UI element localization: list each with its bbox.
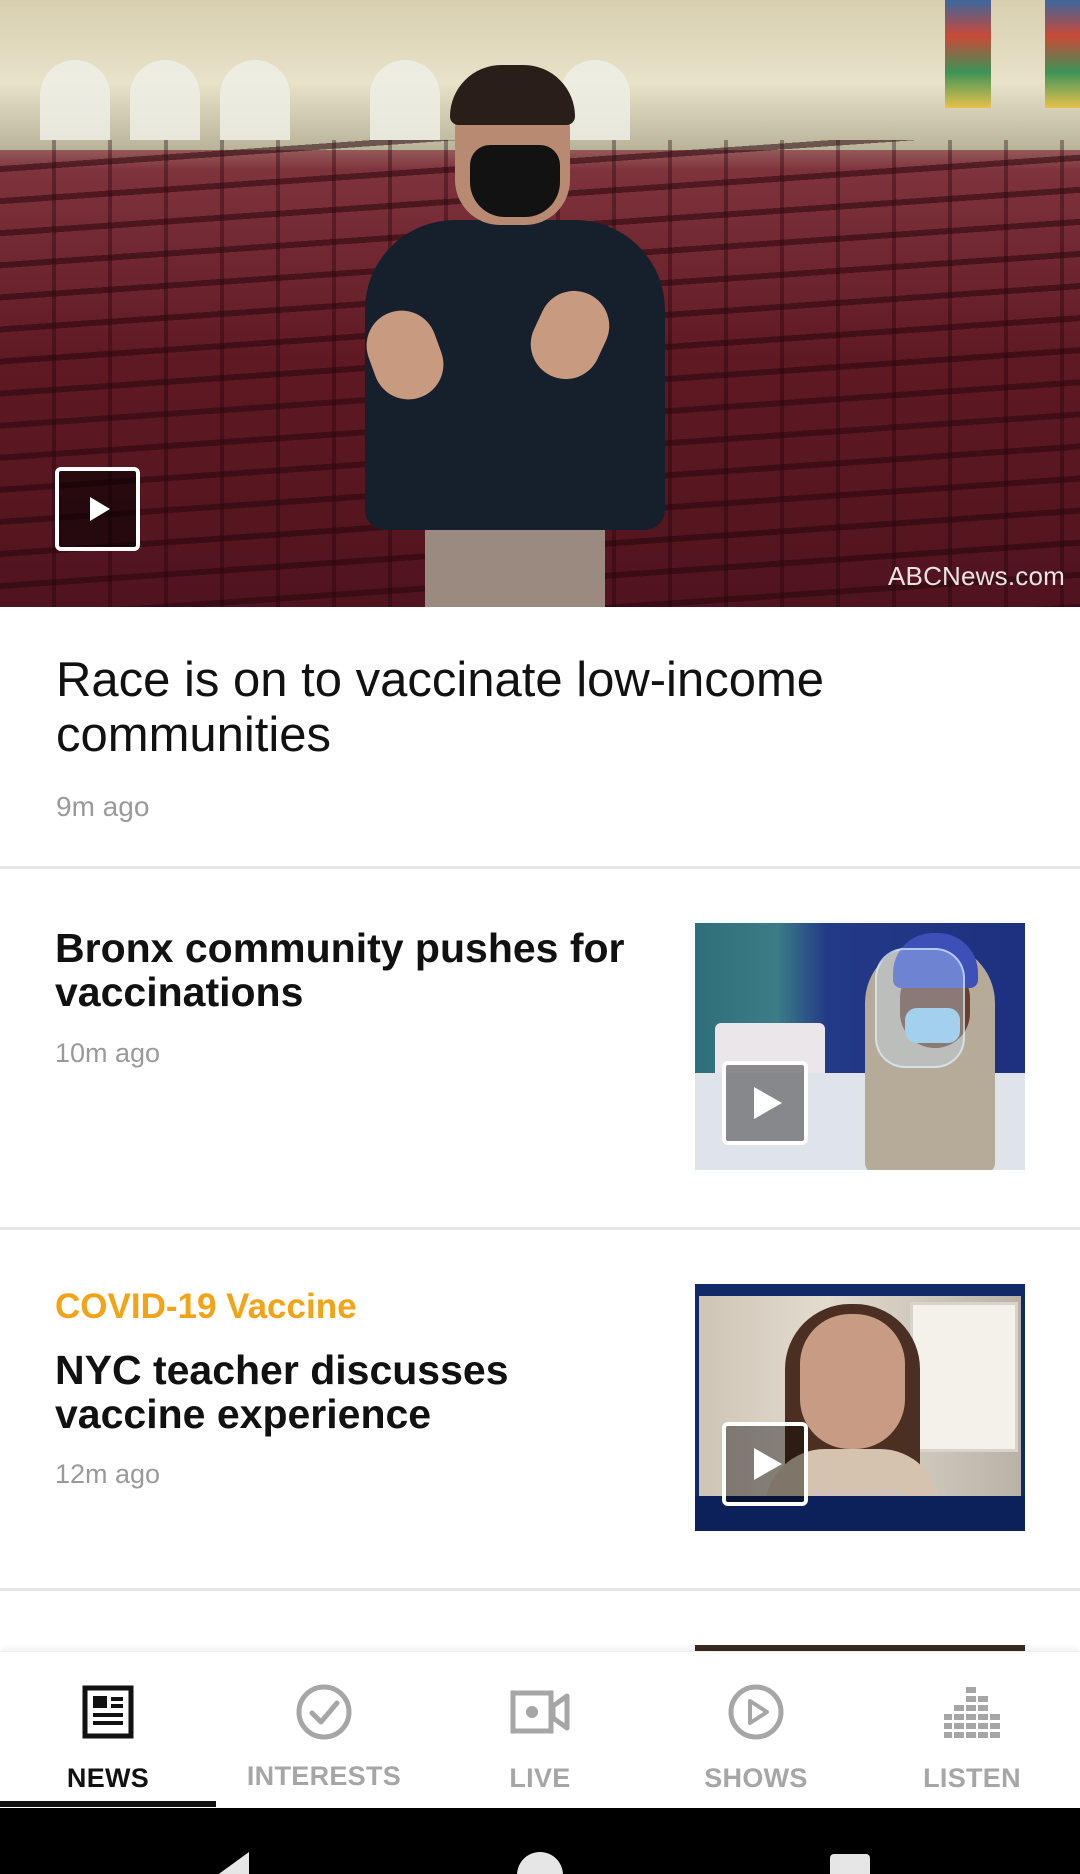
play-icon — [89, 497, 110, 521]
nav-label: NEWS — [66, 1763, 150, 1793]
image-source-credit: ABCNews.com — [887, 561, 1065, 591]
story-title[interactable]: Bronx community pushes for vaccinations — [55, 926, 655, 1014]
active-tab-indicator — [0, 1801, 216, 1807]
stained-glass-window — [945, 0, 991, 108]
bottom-navigation: NEWS INTERESTS LIVE SHOWS LISTEN — [0, 1651, 1080, 1808]
list-item-story[interactable]: COVID-19 Vaccine NYC teacher discusses v… — [0, 1230, 1080, 1590]
play-circle-icon — [726, 1682, 786, 1742]
wall-arch — [130, 60, 200, 140]
newspaper-icon — [78, 1682, 138, 1742]
nav-label: INTERESTS — [246, 1761, 402, 1791]
wall-arch — [40, 60, 110, 140]
nav-item-listen[interactable]: LISTEN — [864, 1652, 1080, 1805]
thumbnail-face — [800, 1314, 905, 1449]
divider — [0, 1588, 1080, 1591]
nav-label: LISTEN — [923, 1763, 1021, 1793]
hero-play-button[interactable] — [55, 467, 140, 551]
thumbnail-face-shield — [875, 948, 965, 1068]
check-circle-icon — [294, 1682, 354, 1742]
story-thumbnail[interactable]: BREAKDOWN ››››››› — [695, 1284, 1025, 1531]
home-icon[interactable] — [517, 1852, 563, 1874]
story-time: 10m ago — [55, 1038, 161, 1068]
hero-video-image[interactable]: ABCNews.com — [0, 0, 1080, 607]
hero-story[interactable]: Race is on to vaccinate low-income commu… — [0, 607, 1080, 867]
thumbnail-window — [910, 1302, 1018, 1452]
system-navigation-bar — [0, 1808, 1080, 1874]
hero-story-time: 9m ago — [56, 791, 150, 822]
play-icon — [754, 1448, 782, 1480]
hero-story-title[interactable]: Race is on to vaccinate low-income commu… — [56, 653, 956, 763]
video-camera-icon — [510, 1682, 570, 1742]
stained-glass-window — [1045, 0, 1080, 108]
story-category[interactable]: COVID-19 Vaccine — [55, 1287, 357, 1327]
recent-apps-icon[interactable] — [830, 1854, 870, 1874]
list-item-story[interactable]: Bronx community pushes for vaccinations … — [0, 869, 1080, 1229]
play-icon — [754, 1087, 782, 1119]
thumbnail-band-text: BREAKDOWN ››››››› — [815, 1489, 957, 1498]
back-icon[interactable] — [205, 1852, 249, 1874]
wall-arch — [220, 60, 290, 140]
nav-item-news[interactable]: NEWS — [0, 1652, 216, 1807]
equalizer-icon — [942, 1682, 1002, 1742]
story-time: 12m ago — [55, 1459, 161, 1489]
thumbnail-play-button[interactable] — [722, 1061, 808, 1145]
nav-label: SHOWS — [704, 1763, 808, 1793]
nav-item-live[interactable]: LIVE — [432, 1652, 648, 1805]
nav-item-shows[interactable]: SHOWS — [648, 1652, 864, 1805]
thumbnail-play-button[interactable] — [722, 1422, 808, 1506]
nav-label: LIVE — [509, 1763, 571, 1793]
reporter — [350, 60, 680, 607]
story-title[interactable]: NYC teacher discusses vaccine experience — [55, 1348, 655, 1436]
nav-item-interests[interactable]: INTERESTS — [216, 1652, 432, 1805]
story-thumbnail[interactable] — [695, 923, 1025, 1170]
